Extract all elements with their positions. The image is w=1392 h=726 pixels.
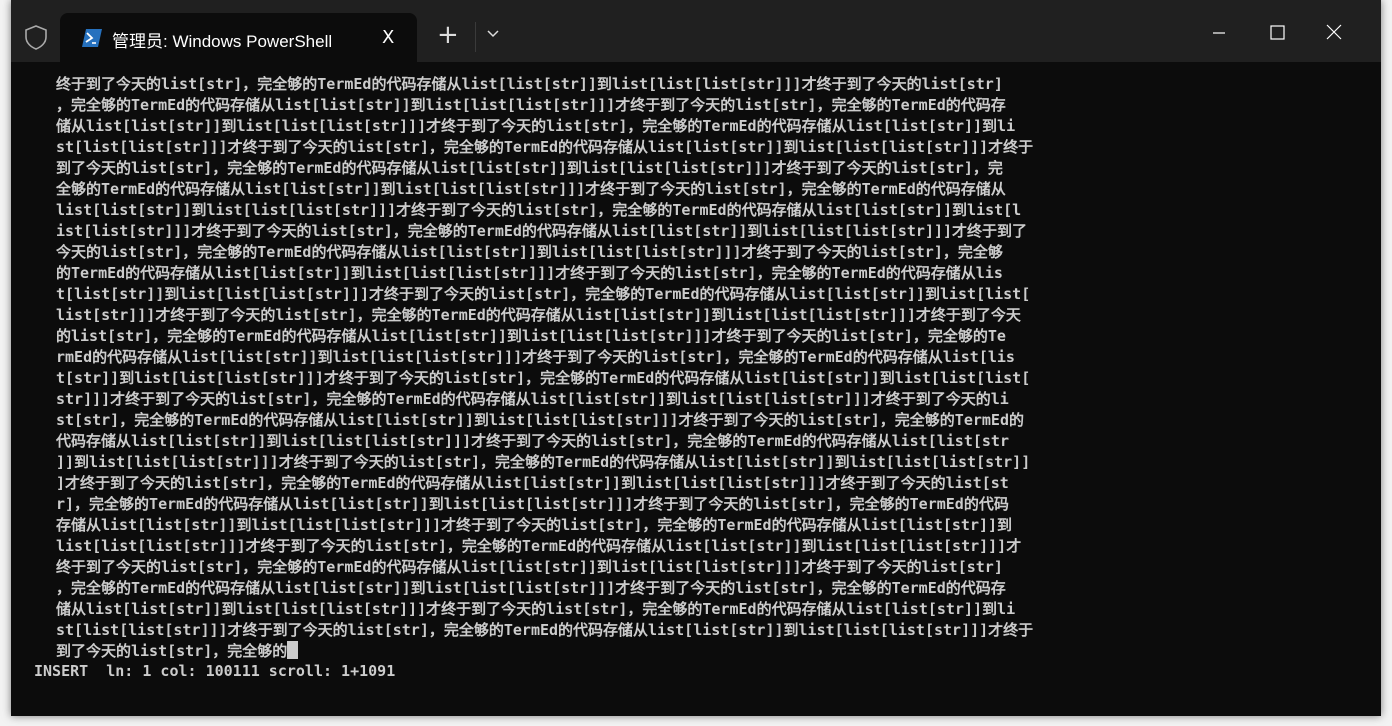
terminal-line: 到了今天的list[str]，完全够的	[56, 641, 1033, 662]
minimize-icon[interactable]	[1196, 18, 1242, 48]
text-cursor	[287, 641, 299, 659]
terminal-line: rmEd的代码存储从list[list[str]]到list[list[list…	[56, 348, 1015, 366]
terminal-line: t[list[str]]到list[list[list[str]]]才终于到了今…	[56, 285, 1031, 303]
title-bar: 管理员: Windows PowerShell X +	[11, 0, 1381, 62]
terminal-line: 全够的TermEd的代码存储从list[list[str]]到list[list…	[56, 180, 1006, 198]
tab-title: 管理员: Windows PowerShell	[112, 32, 333, 51]
terminal-line: st[str]，完全够的TermEd的代码存储从list[list[str]]到…	[56, 411, 1024, 429]
terminal-line: ，完全够的TermEd的代码存储从list[list[str]]到list[li…	[56, 96, 1006, 114]
terminal-line: 到了今天的list[str]，完全够的TermEd的代码存储从list[list…	[56, 159, 1003, 177]
powershell-icon	[82, 29, 102, 47]
shield-icon	[25, 25, 47, 50]
divider	[475, 22, 476, 52]
terminal-line: str]]]才终于到了今天的list[str]，完全够的TermEd的代码存储从…	[56, 390, 1009, 408]
chevron-down-icon[interactable]	[485, 28, 501, 40]
terminal-window: 管理员: Windows PowerShell X + 终于到了今天的list[…	[11, 0, 1381, 716]
close-icon[interactable]: X	[382, 27, 394, 48]
terminal-line: t[str]]到list[list[list[str]]]才终于到了今天的lis…	[56, 369, 1031, 387]
terminal-line: st[list[list[str]]]才终于到了今天的list[str]，完全够…	[56, 621, 1034, 639]
terminal-line: list[list[list[str]]]才终于到了今天的list[str]，完…	[56, 537, 1022, 555]
terminal-line: ]]到list[list[list[str]]]才终于到了今天的list[str…	[56, 453, 1031, 471]
terminal-line: 今天的list[str]，完全够的TermEd的代码存储从list[list[s…	[56, 243, 1003, 261]
terminal-line: ist[list[str]]]才终于到了今天的list[str]，完全够的Ter…	[56, 222, 1028, 240]
terminal-line: 的list[str]，完全够的TermEd的代码存储从list[list[str…	[56, 327, 1006, 345]
terminal-line: list[str]]]才终于到了今天的list[str]，完全够的TermEd的…	[56, 306, 1021, 324]
plus-icon[interactable]: +	[437, 22, 459, 48]
terminal-line: 的TermEd的代码存储从list[list[str]]到list[list[l…	[56, 264, 1003, 282]
terminal-line: 终于到了今天的list[str]，完全够的TermEd的代码存储从list[li…	[56, 558, 1003, 576]
window-close-icon[interactable]	[1311, 18, 1357, 48]
terminal-line: 代码存储从list[list[str]]到list[list[list[str]…	[56, 432, 1009, 450]
terminal-line: 存储从list[list[str]]到list[list[list[str]]]…	[56, 516, 1013, 534]
tab-powershell[interactable]: 管理员: Windows PowerShell X	[60, 13, 417, 62]
terminal-line: ]才终于到了今天的list[str]，完全够的TermEd的代码存储从list[…	[56, 474, 1009, 492]
terminal-line: 储从list[list[str]]到list[list[list[str]]]才…	[56, 600, 1016, 618]
terminal-line: ，完全够的TermEd的代码存储从list[list[str]]到list[li…	[56, 579, 1006, 597]
maximize-icon[interactable]	[1254, 18, 1300, 48]
status-line: INSERT ln: 1 col: 100111 scroll: 1+1091	[34, 662, 396, 680]
terminal-line: 储从list[list[str]]到list[list[list[str]]]才…	[56, 117, 1016, 135]
terminal-line: st[list[list[str]]]才终于到了今天的list[str]，完全够…	[56, 138, 1034, 156]
terminal-output[interactable]: 终于到了今天的list[str]，完全够的TermEd的代码存储从list[li…	[56, 74, 1033, 662]
terminal-line: 终于到了今天的list[str]，完全够的TermEd的代码存储从list[li…	[56, 75, 1003, 93]
terminal-line: list[list[str]]到list[list[list[str]]]才终于…	[56, 201, 1022, 219]
terminal-line: r]，完全够的TermEd的代码存储从list[list[str]]到list[…	[56, 495, 1009, 513]
